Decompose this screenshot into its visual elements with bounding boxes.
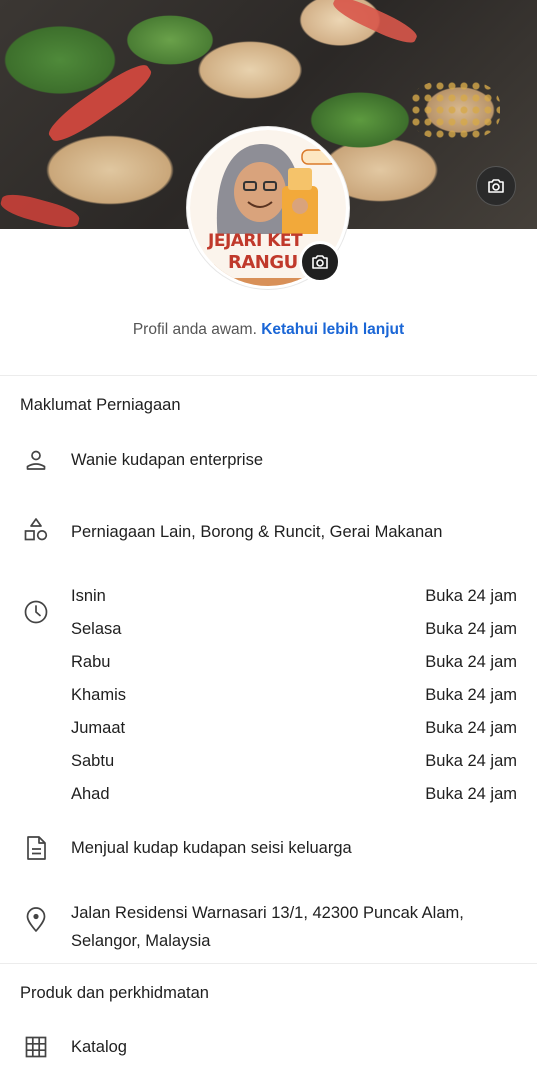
cover-decoration [0, 190, 82, 229]
public-profile-text: Profil anda awam. [132, 321, 257, 338]
hours-status: Buka 24 jam [425, 785, 517, 803]
business-info-title: Maklumat Perniagaan [20, 396, 181, 414]
cover-decoration [43, 57, 157, 149]
clock-icon [22, 598, 50, 626]
business-hours[interactable]: Isnin Buka 24 jam Selasa Buka 24 jam Rabu B… [71, 580, 517, 811]
avatar-logo-text-line2: RANGU [228, 252, 298, 273]
document-icon [22, 834, 50, 862]
cover-camera-button[interactable] [476, 166, 516, 206]
hours-row: Jumaat Buka 24 jam [71, 712, 517, 745]
person-icon [22, 446, 50, 474]
category-icon [22, 516, 50, 544]
hours-status: Buka 24 jam [425, 719, 517, 737]
hours-row: Ahad Buka 24 jam [71, 778, 517, 811]
hours-row: Khamis Buka 24 jam [71, 679, 517, 712]
hours-day: Sabtu [71, 752, 115, 770]
hours-day: Jumaat [71, 719, 126, 737]
grid-icon [22, 1033, 50, 1061]
products-title: Produk dan perkhidmatan [20, 984, 209, 1002]
hours-day: Khamis [71, 686, 127, 704]
public-profile-note: Profil anda awam. Ketahui lebih lanjut [0, 321, 537, 339]
camera-icon [312, 255, 328, 269]
catalog-item[interactable]: Katalog [71, 1038, 127, 1057]
hours-status: Buka 24 jam [425, 752, 517, 770]
learn-more-link[interactable]: Ketahui lebih lanjut [261, 321, 404, 338]
hours-row: Isnin Buka 24 jam [71, 580, 517, 613]
divider [0, 375, 537, 376]
hours-status: Buka 24 jam [425, 686, 517, 704]
hours-day: Rabu [71, 653, 111, 671]
business-address[interactable]: Jalan Residensi Warnasari 13/1, 42300 Pu… [71, 899, 511, 955]
hours-day: Selasa [71, 620, 122, 638]
hours-row: Rabu Buka 24 jam [71, 646, 517, 679]
location-pin-icon [22, 906, 50, 934]
hours-status: Buka 24 jam [425, 620, 517, 638]
camera-icon [488, 179, 504, 193]
business-description[interactable]: Menjual kudap kudapan seisi keluarga [71, 839, 352, 858]
hours-day: Isnin [71, 587, 106, 605]
hours-status: Buka 24 jam [425, 587, 517, 605]
cover-decoration [329, 0, 421, 49]
avatar-logo-text-line1: JEJARI KET [208, 231, 303, 251]
business-categories[interactable]: Perniagaan Lain, Borong & Runcit, Gerai … [71, 523, 442, 542]
business-name[interactable]: Wanie kudapan enterprise [71, 451, 263, 470]
hours-status: Buka 24 jam [425, 653, 517, 671]
divider [0, 963, 537, 964]
hours-day: Ahad [71, 785, 110, 803]
hours-row: Sabtu Buka 24 jam [71, 745, 517, 778]
cover-decoration [410, 80, 500, 140]
hours-row: Selasa Buka 24 jam [71, 613, 517, 646]
avatar-camera-button[interactable] [299, 241, 341, 283]
